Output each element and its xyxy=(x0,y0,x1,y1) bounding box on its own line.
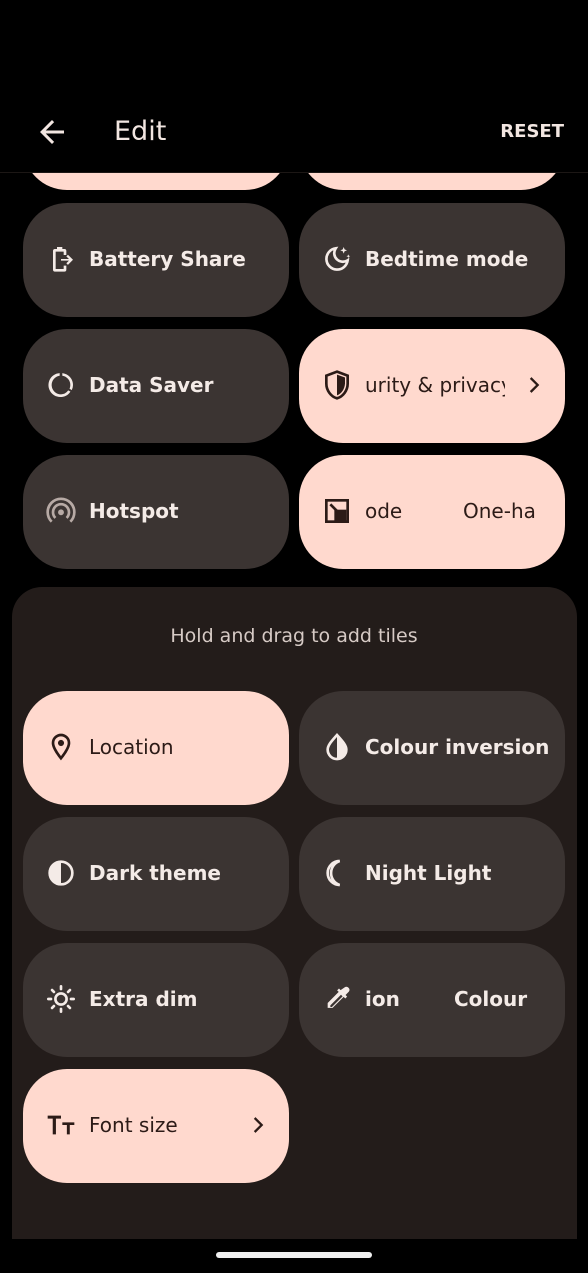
battery-share-icon xyxy=(45,243,77,275)
one-handed-icon xyxy=(321,495,353,527)
tile-label: One-ha xyxy=(463,499,535,523)
brightness-icon xyxy=(45,983,77,1015)
tile-label-marquee: ion Colour c xyxy=(365,983,535,1015)
tile-label-marquee: ode One-ha xyxy=(365,495,535,527)
chevron-right-icon xyxy=(519,371,547,399)
tile-label: Data Saver xyxy=(89,373,214,397)
tile-label: Extra dim xyxy=(89,987,198,1011)
crescent-icon xyxy=(321,857,353,889)
tile-label: Battery Share xyxy=(89,247,246,271)
tile-night-light[interactable]: Night Light xyxy=(299,817,565,931)
invert-colors-icon xyxy=(321,731,353,763)
tile-colour-correction[interactable]: ion Colour c xyxy=(299,943,565,1057)
tile-label: Location xyxy=(89,735,174,759)
location-pin-icon xyxy=(45,731,77,763)
tile-security-privacy[interactable]: urity & privacy xyxy=(299,329,565,443)
back-button[interactable] xyxy=(34,114,70,150)
tile-label: ion xyxy=(365,987,400,1011)
drag-hint: Hold and drag to add tiles xyxy=(170,625,418,647)
tile-label: Hotspot xyxy=(89,499,179,523)
chevron-right-icon xyxy=(243,1111,271,1139)
tile-label: Colour inversion xyxy=(365,735,550,759)
tile-data-saver[interactable]: Data Saver xyxy=(23,329,289,443)
moon-stars-icon xyxy=(321,243,353,275)
arrow-left-icon xyxy=(40,120,64,144)
tile-label: Font size xyxy=(89,1113,178,1137)
eyedropper-icon xyxy=(321,983,353,1015)
tile-label: Colour c xyxy=(454,987,535,1011)
text-size-icon xyxy=(45,1109,77,1141)
shield-icon xyxy=(321,369,353,401)
tile-extra-dim[interactable]: Extra dim xyxy=(23,943,289,1057)
tile-hotspot[interactable]: Hotspot xyxy=(23,455,289,569)
tile-location[interactable]: Location xyxy=(23,691,289,805)
tile-label: urity & privacy xyxy=(365,373,505,397)
home-indicator[interactable] xyxy=(216,1252,372,1258)
tile-label: ode xyxy=(365,499,403,523)
tile-bedtime-mode[interactable]: Bedtime mode xyxy=(299,203,565,317)
screen: Edit RESET Battery Share Bedtime mode Da… xyxy=(0,0,588,1273)
tile-label: Night Light xyxy=(365,861,492,885)
tile-battery-share[interactable]: Battery Share xyxy=(23,203,289,317)
header-divider xyxy=(0,172,588,173)
data-saver-icon xyxy=(45,369,77,401)
tile-label: Dark theme xyxy=(89,861,221,885)
tile-one-handed-mode[interactable]: ode One-ha xyxy=(299,455,565,569)
tile-label-marquee: urity & privacy xyxy=(365,369,505,401)
top-bar: Edit RESET xyxy=(0,100,588,166)
contrast-icon xyxy=(45,857,77,889)
tile-label: Bedtime mode xyxy=(365,247,529,271)
page-title: Edit xyxy=(114,116,167,147)
reset-button[interactable]: RESET xyxy=(500,118,564,146)
tile-colour-inversion[interactable]: Colour inversion xyxy=(299,691,565,805)
tile-font-size[interactable]: Font size xyxy=(23,1069,289,1183)
hotspot-icon xyxy=(45,495,77,527)
tile-dark-theme[interactable]: Dark theme xyxy=(23,817,289,931)
